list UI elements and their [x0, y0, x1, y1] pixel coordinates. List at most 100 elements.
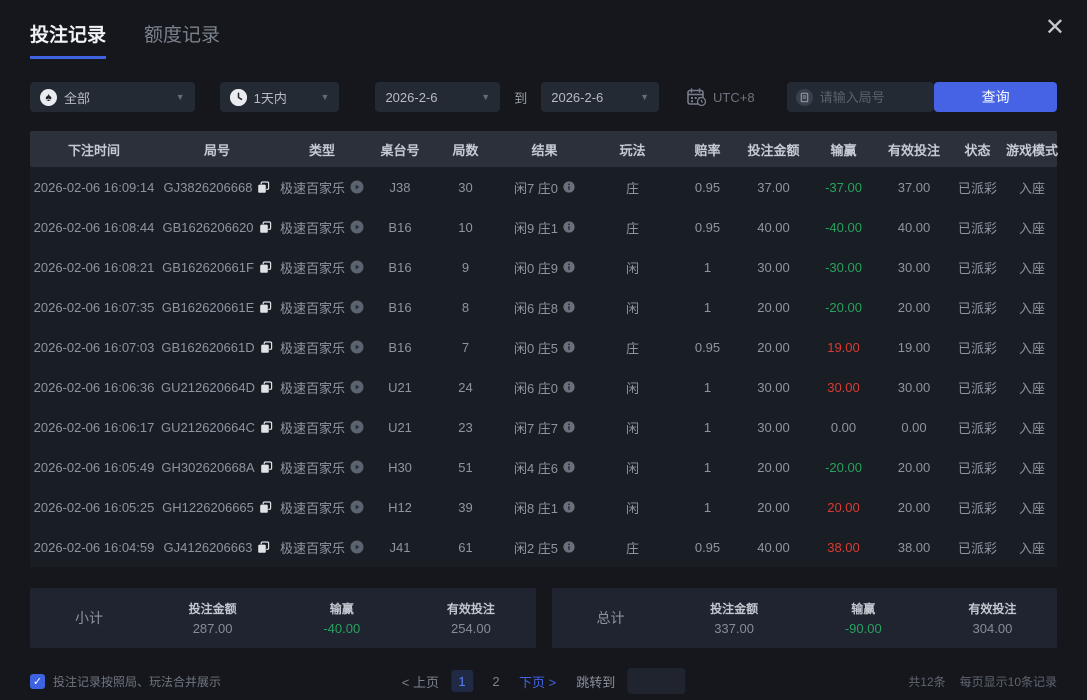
time-range-dropdown[interactable]: 1天内 ▼ — [220, 82, 340, 112]
copy-icon[interactable] — [260, 461, 273, 474]
page-size: 每页显示10条记录 — [960, 673, 1057, 690]
cell-odds: 0.95 — [675, 540, 740, 555]
replay-video-icon[interactable] — [350, 300, 364, 314]
cell-play-type: 闲 — [590, 418, 675, 437]
info-icon[interactable] — [563, 381, 575, 393]
replay-video-icon[interactable] — [350, 220, 364, 234]
cell-play-type: 闲 — [590, 498, 675, 517]
info-icon[interactable] — [563, 181, 575, 193]
copy-icon[interactable] — [259, 221, 272, 234]
cell-status: 已派彩 — [948, 298, 1007, 317]
replay-video-icon[interactable] — [350, 340, 364, 354]
cell-round-id: GB162620661E — [158, 300, 276, 315]
cell-round-count: 61 — [432, 540, 499, 555]
cell-winloss: 19.00 — [807, 340, 880, 355]
cell-odds: 0.95 — [675, 180, 740, 195]
replay-video-icon[interactable] — [350, 180, 364, 194]
info-icon[interactable] — [563, 421, 575, 433]
info-icon[interactable] — [563, 301, 575, 313]
copy-icon[interactable] — [257, 181, 270, 194]
cell-play-type: 庄 — [590, 338, 675, 357]
cell-bet-amount: 30.00 — [740, 260, 807, 275]
column-header: 游戏模式 — [1007, 140, 1057, 159]
merge-option: ✓ 投注记录按照局、玩法合并展示 — [30, 673, 221, 690]
replay-video-icon[interactable] — [350, 460, 364, 474]
next-page-button[interactable]: 下页 > — [519, 672, 556, 691]
copy-icon[interactable] — [260, 381, 273, 394]
bet-records-table: 下注时间局号类型桌台号局数结果玩法赔率投注金额输赢有效投注状态游戏模式 2026… — [30, 131, 1057, 567]
replay-video-icon[interactable] — [350, 540, 364, 554]
info-icon[interactable] — [563, 341, 575, 353]
round-search-field — [787, 82, 935, 112]
page-number-1[interactable]: 1 — [451, 670, 473, 692]
copy-icon[interactable] — [259, 501, 272, 514]
date-to-picker[interactable]: 2026-2-6 ▼ — [541, 82, 659, 112]
cell-round-id: GB162620661F — [158, 260, 276, 275]
cell-game-type: 极速百家乐 — [276, 338, 368, 357]
cell-odds: 0.95 — [675, 220, 740, 235]
cell-round-id: GB162620661D — [158, 340, 276, 355]
cell-round-count: 8 — [432, 300, 499, 315]
column-header: 赔率 — [675, 140, 740, 159]
cell-table-no: H12 — [368, 500, 432, 515]
prev-page-button[interactable]: < 上页 — [402, 672, 439, 691]
tab-quota-records[interactable]: 额度记录 — [144, 20, 220, 59]
cell-result: 闲6 庄8 — [499, 298, 590, 317]
cell-valid-bet: 20.00 — [880, 460, 948, 475]
cell-status: 已派彩 — [948, 498, 1007, 517]
cell-winloss: -37.00 — [807, 180, 880, 195]
info-icon[interactable] — [563, 541, 575, 553]
cell-game-type: 极速百家乐 — [276, 538, 368, 557]
cell-bet-amount: 40.00 — [740, 220, 807, 235]
cell-odds: 1 — [675, 260, 740, 275]
close-icon[interactable]: ✕ — [1045, 16, 1065, 40]
info-icon[interactable] — [563, 501, 575, 513]
cell-bet-amount: 30.00 — [740, 420, 807, 435]
tab-bet-records[interactable]: 投注记录 — [30, 20, 106, 59]
info-icon[interactable] — [563, 261, 575, 273]
jump-to-page-input[interactable] — [627, 668, 685, 694]
cell-status: 已派彩 — [948, 338, 1007, 357]
merge-checkbox-label: 投注记录按照局、玩法合并展示 — [53, 673, 221, 690]
cell-game-mode: 入座 — [1007, 218, 1057, 237]
cell-result: 闲0 庄5 — [499, 338, 590, 357]
clock-icon — [230, 89, 247, 106]
date-from-picker[interactable]: 2026-2-6 ▼ — [375, 82, 500, 112]
cell-bet-time: 2026-02-06 16:07:35 — [30, 300, 158, 315]
cell-status: 已派彩 — [948, 458, 1007, 477]
replay-video-icon[interactable] — [350, 380, 364, 394]
cell-table-no: U21 — [368, 380, 432, 395]
cell-result: 闲2 庄5 — [499, 538, 590, 557]
column-header: 下注时间 — [30, 140, 158, 159]
info-icon[interactable] — [563, 221, 575, 233]
cell-winloss: 20.00 — [807, 500, 880, 515]
game-type-value: 全部 — [64, 88, 90, 107]
copy-icon[interactable] — [257, 541, 270, 554]
copy-icon[interactable] — [260, 421, 273, 434]
cell-bet-amount: 20.00 — [740, 460, 807, 475]
total-count: 共12条 — [908, 673, 945, 690]
search-button[interactable]: 查询 — [934, 82, 1057, 112]
subtotal-box: 小计 投注金额 287.00 输赢 -40.00 有效投注 254.00 — [30, 588, 536, 648]
copy-icon[interactable] — [259, 301, 272, 314]
info-icon[interactable] — [563, 461, 575, 473]
cell-game-mode: 入座 — [1007, 178, 1057, 197]
game-type-dropdown[interactable]: ♠ 全部 ▼ — [30, 82, 195, 112]
table-row: 2026-02-06 16:05:49GH302620668A极速百家乐H305… — [30, 447, 1057, 487]
page-number-2[interactable]: 2 — [485, 670, 507, 692]
cell-bet-amount: 37.00 — [740, 180, 807, 195]
filter-bar: ♠ 全部 ▼ 1天内 ▼ 2026-2-6 ▼ 到 2026-2-6 ▼ UTC… — [30, 82, 1057, 112]
replay-video-icon[interactable] — [350, 500, 364, 514]
column-header: 玩法 — [590, 140, 675, 159]
replay-video-icon[interactable] — [350, 260, 364, 274]
table-row: 2026-02-06 16:08:21GB162620661F极速百家乐B169… — [30, 247, 1057, 287]
merge-checkbox[interactable]: ✓ — [30, 674, 45, 689]
cell-bet-time: 2026-02-06 16:08:44 — [30, 220, 158, 235]
round-id-input[interactable] — [820, 90, 926, 105]
cell-bet-amount: 30.00 — [740, 380, 807, 395]
replay-video-icon[interactable] — [350, 420, 364, 434]
cell-winloss: 38.00 — [807, 540, 880, 555]
copy-icon[interactable] — [260, 341, 273, 354]
pagination: < 上页 1 2 下页 > 跳转到 — [402, 668, 685, 694]
copy-icon[interactable] — [259, 261, 272, 274]
